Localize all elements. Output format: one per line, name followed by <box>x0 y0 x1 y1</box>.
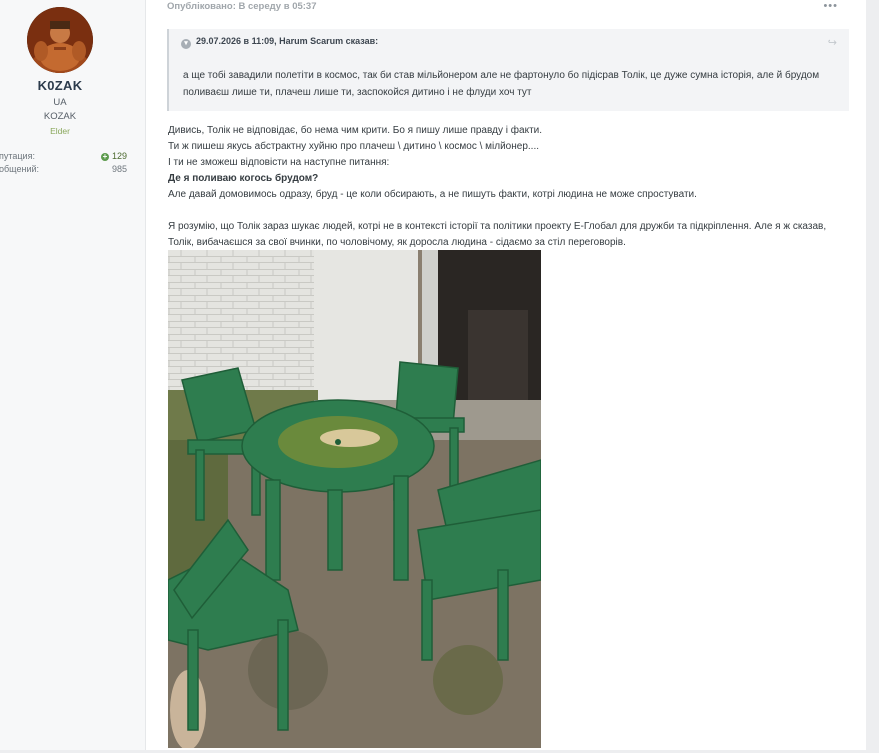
author-country: UA <box>53 97 67 108</box>
avatar[interactable] <box>27 7 93 73</box>
attached-photo[interactable] <box>167 250 542 750</box>
post-paragraph: Я розумію, що Толік зараз шукає людей, к… <box>168 221 827 248</box>
garden-furniture-photo <box>167 250 542 750</box>
post-line: І ти не зможеш відповісти на наступне пи… <box>168 157 390 168</box>
posts-label: ообщений: <box>0 164 39 174</box>
share-arrow-icon[interactable]: ↪ <box>828 36 837 49</box>
post-content: Дивись, Толік не відповідає, бо нема чим… <box>168 123 848 251</box>
forum-post: K0ZAK UA KOZAK Elder епутация: +129 ообщ… <box>0 0 866 750</box>
author-panel: K0ZAK UA KOZAK Elder епутация: +129 ообщ… <box>0 0 146 750</box>
post-line-bold: Де я поливаю когось брудом? <box>168 173 319 184</box>
reputation-value[interactable]: +129 <box>100 151 127 161</box>
quote-citation: 29.07.2026 в 11:09, Harum Scarum сказав: <box>196 36 379 46</box>
quote-header[interactable]: ▾ 29.07.2026 в 11:09, Harum Scarum сказав… <box>181 36 378 49</box>
post-line: Але давай домовимось одразу, бруд - це к… <box>168 189 697 200</box>
posts-value: 985 <box>111 164 127 174</box>
ellipsis-icon[interactable]: ••• <box>823 0 838 12</box>
author-group: Elder <box>50 126 70 136</box>
chevron-down-icon[interactable]: ▾ <box>181 39 191 49</box>
post-date[interactable]: Опубліковано: В середу в 05:37 <box>167 1 317 12</box>
reputation-number: 129 <box>111 151 127 161</box>
author-name[interactable]: K0ZAK <box>0 78 120 93</box>
post-line: Ти ж пишеш якусь абстрактну хуйню про пл… <box>168 141 540 152</box>
reputation-label: епутация: <box>0 151 35 161</box>
author-title: KOZAK <box>43 111 77 122</box>
quote-block: ▾ 29.07.2026 в 11:09, Harum Scarum сказав… <box>167 29 849 111</box>
plus-circle-icon: + <box>100 152 109 161</box>
post-line: Дивись, Толік не відповідає, бо нема чим… <box>168 125 543 136</box>
quote-body: а ще тобі завадили полетіти в космос, та… <box>183 70 820 98</box>
